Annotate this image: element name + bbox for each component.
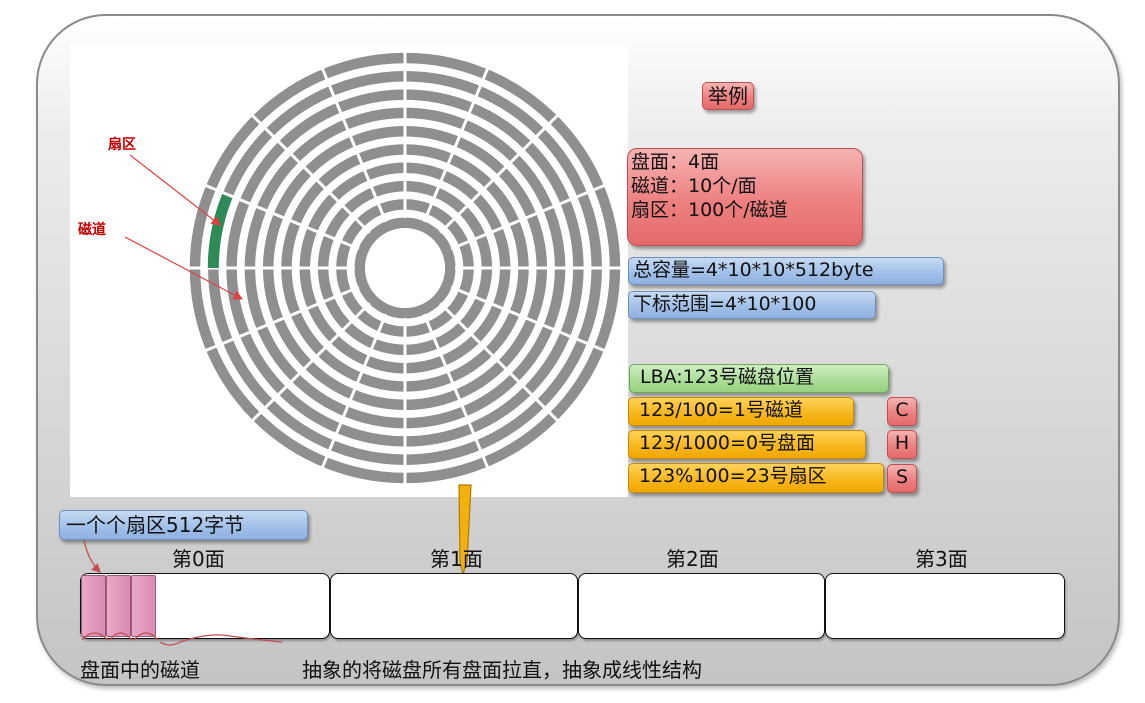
sector-note-arrow [83, 539, 101, 573]
face-block-1 [330, 573, 578, 639]
sector-divider-2 [439, 302, 561, 424]
track-arc-3 [133, 632, 159, 641]
tag-h: H [887, 430, 917, 459]
linear-annotation-arrows [81, 539, 283, 646]
sector-divider-6 [249, 302, 371, 424]
track-arc-2 [109, 632, 133, 641]
track-note: 盘面中的磁道 [80, 658, 200, 682]
sector-divider-14 [439, 112, 561, 234]
calc-h-box: 123/1000=0号盘面 [628, 430, 866, 459]
disk-platter [124, 50, 623, 486]
tag-s: S [887, 464, 917, 493]
sector-label: 扇区 [108, 137, 136, 153]
sector-divider-10 [249, 112, 371, 234]
face-block-3 [825, 573, 1065, 639]
track-arc-1 [81, 632, 109, 641]
disk-spec-box: 盘面：4面 磁道：10个/面 扇区：100个/磁道 [627, 148, 863, 246]
disk-diagram-panel: 扇区 磁道 [70, 45, 628, 497]
spec-tracks: 磁道：10个/面 [631, 175, 757, 197]
face-label-1: 第1面 [430, 547, 483, 571]
sector-dividers [187, 50, 623, 486]
example-title: 举例 [702, 82, 754, 110]
lba-box: LBA:123号磁盘位置 [629, 364, 889, 393]
track-arc-4 [159, 634, 283, 646]
tag-c: C [887, 397, 917, 426]
capacity-box: 总容量=4*10*10*512byte [628, 257, 944, 285]
face-label-3: 第3面 [915, 547, 968, 571]
linear-description: 抽象的将磁盘所有盘面拉直，抽象成线性结构 [302, 658, 702, 682]
calc-s-box: 123%100=23号扇区 [628, 463, 884, 493]
spec-faces: 盘面：4面 [631, 151, 720, 173]
calc-c-box: 123/100=1号磁道 [628, 397, 854, 426]
track-ring-9 [354, 217, 456, 319]
face-block-2 [578, 573, 825, 639]
spec-sectors: 扇区：100个/磁道 [631, 199, 788, 221]
index-range-box: 下标范围=4*10*100 [628, 291, 876, 319]
track-label: 磁道 [78, 222, 106, 238]
face-label-2: 第2面 [666, 547, 719, 571]
highlighted-sector [207, 194, 233, 269]
